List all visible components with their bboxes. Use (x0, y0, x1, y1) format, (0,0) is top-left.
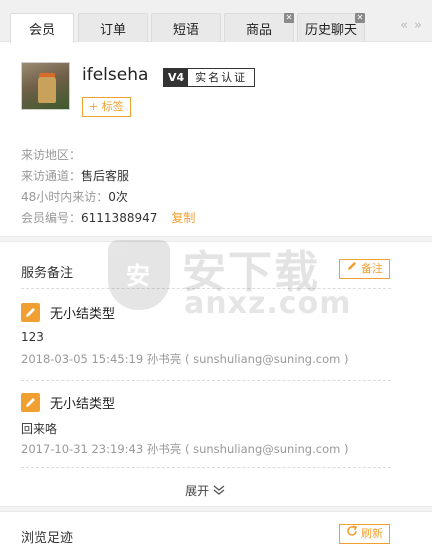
member-profile: ifelseha V4 实名认证 + 标签 来访地区： 来访通道：售后客服 48… (0, 42, 432, 232)
add-note-button[interactable]: 备注 (339, 259, 390, 279)
tab-phrases[interactable]: 短语 (151, 13, 221, 42)
divider (21, 380, 391, 381)
pencil-icon (346, 260, 358, 278)
level-value: V4 (164, 69, 189, 86)
tab-label: 短语 (172, 22, 199, 38)
copy-member-id-link[interactable]: 复制 (171, 211, 195, 225)
refresh-icon (346, 525, 358, 543)
note-meta: 2017-10-31 23:19:43 孙书亮 ( sunshuliang@su… (21, 442, 349, 456)
tab-label: 会员 (28, 23, 55, 38)
note-type: 无小结类型 (21, 303, 115, 322)
tab-bar: 会员 订单 短语 商品 ✕ 历史聊天 ✕ «» (0, 0, 432, 43)
tab-orders[interactable]: 订单 (78, 13, 148, 42)
close-icon[interactable]: ✕ (284, 13, 294, 23)
tab-scroll: «» (400, 18, 428, 33)
shield-icon: 安 (108, 240, 170, 310)
watermark-url: anxz.com (184, 286, 352, 321)
footprints-title: 浏览足迹 (21, 531, 74, 546)
pencil-icon (21, 303, 40, 322)
section-divider (0, 506, 432, 512)
watermark-text: 安下载 (182, 247, 320, 298)
tab-products[interactable]: 商品 ✕ (224, 13, 294, 42)
note-meta: 2018-03-05 15:45:19 孙书亮 ( sunshuliang@su… (21, 352, 349, 366)
info-member-id: 会员编号：6111388947 复制 (21, 211, 196, 225)
double-chevron-down-icon (213, 484, 225, 498)
chevron-right-icon[interactable]: » (414, 18, 428, 33)
refresh-button[interactable]: 刷新 (339, 524, 390, 544)
pencil-icon (21, 393, 40, 412)
note-text: 回来咯 (21, 422, 58, 436)
info-visits: 48小时内来访：0次 (21, 190, 128, 204)
chevron-left-icon[interactable]: « (400, 18, 414, 33)
tab-label: 历史聊天 (304, 22, 357, 38)
verify-status: 实名认证 (188, 69, 255, 86)
close-icon[interactable]: ✕ (355, 13, 365, 23)
watermark: 安 安下载 anxz.com (108, 240, 388, 330)
expand-notes-button[interactable]: 展开 (0, 482, 410, 499)
avatar (21, 62, 70, 110)
service-notes-title: 服务备注 (21, 266, 74, 281)
username: ifelseha (82, 65, 149, 85)
info-channel: 来访通道：售后客服 (21, 169, 130, 183)
tab-chat-history[interactable]: 历史聊天 ✕ (297, 13, 365, 42)
tab-label: 订单 (99, 22, 126, 38)
note-text: 123 (21, 330, 44, 344)
note-type: 无小结类型 (21, 393, 115, 412)
add-tag-button[interactable]: + 标签 (82, 97, 131, 117)
tab-member[interactable]: 会员 (10, 13, 74, 43)
section-divider (0, 236, 432, 242)
level-badge: V4 实名认证 (163, 68, 256, 87)
refresh-label: 刷新 (361, 527, 383, 540)
divider (21, 467, 391, 468)
tab-label: 商品 (245, 22, 272, 38)
divider (21, 288, 391, 289)
info-region: 来访地区： (21, 148, 82, 162)
add-note-label: 备注 (361, 262, 383, 275)
